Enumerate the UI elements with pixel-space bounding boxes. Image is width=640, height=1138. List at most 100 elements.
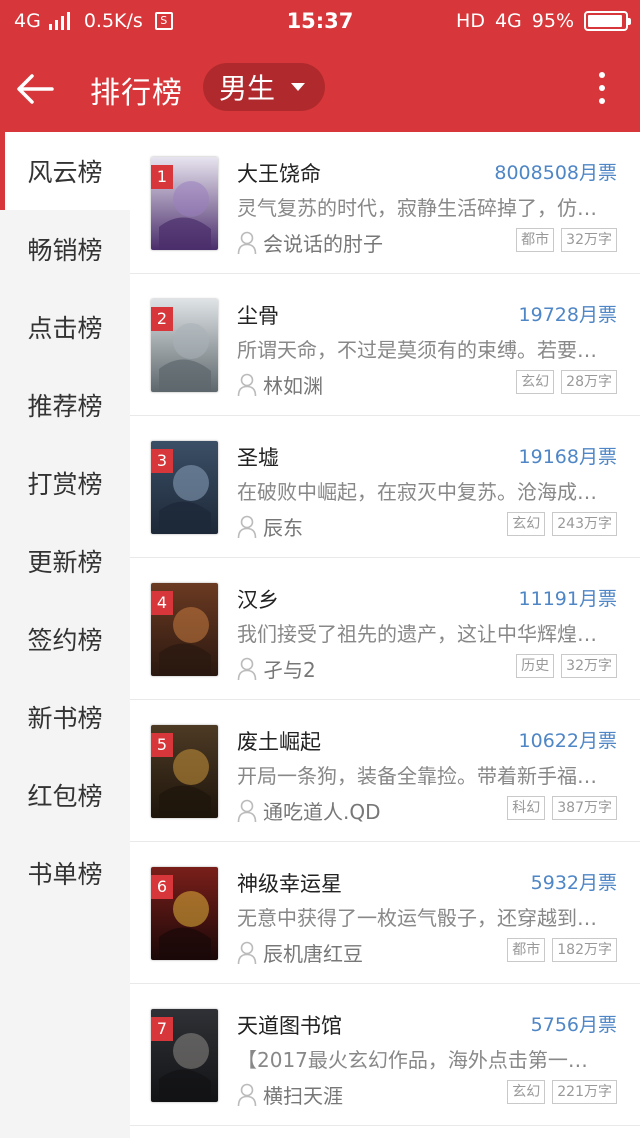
book-cover: 6 [151,867,218,960]
word-count-tag: 243万字 [552,512,617,536]
sidebar-item[interactable]: 更新榜 [0,522,130,600]
word-count-tag: 28万字 [561,370,617,394]
sidebar-item[interactable]: 新书榜 [0,678,130,756]
sidebar-item[interactable]: 点击榜 [0,288,130,366]
book-description: 灵气复苏的时代，寂静生活碎掉了，仿… [237,196,597,220]
book-description: 我们接受了祖先的遗产，这让中华辉煌… [237,622,597,646]
book-tags: 玄幻 243万字 [507,512,617,536]
arrow-left-icon[interactable] [14,68,56,110]
book-row[interactable]: 3 圣墟 19168月票 在破败中崛起，在寂灭中复苏。沧海成… 辰东 玄幻 243万字 [130,416,640,558]
author-name: 辰机唐红豆 [263,942,363,966]
book-row[interactable]: 6 神级幸运星 5932月票 无意中获得了一枚运气骰子，还穿越到… 辰机唐红豆 都市 182… [130,842,640,984]
book-title: 大王饶命 [237,162,321,186]
more-vertical-icon[interactable] [598,72,606,104]
book-title: 神级幸运星 [237,872,342,896]
monthly-tickets: 5932月票 [530,872,617,894]
author-name: 横扫天涯 [263,1084,343,1108]
author: 辰东 [237,512,303,541]
word-count-tag: 32万字 [561,654,617,678]
author-name: 孑与2 [263,658,316,682]
book-row[interactable]: 4 汉乡 11191月票我们接受了祖先的遗产，这让中华辉煌… 孑与2 历史 32万字 [130,558,640,700]
book-title: 汉乡 [237,588,279,612]
monthly-tickets: 19168月票 [518,446,617,468]
book-cover: 2 [151,299,218,392]
book-tags: 都市 32万字 [516,228,617,252]
status-right: HD 4G 95% [456,10,631,32]
book-cover: 4 [151,583,218,676]
word-count-tag: 221万字 [552,1080,617,1104]
author-name: 会说话的肘子 [263,232,383,256]
rank-badge: 6 [151,875,173,899]
author-name: 辰东 [263,516,303,540]
hd-indicator: HD [456,10,485,32]
person-icon [237,941,257,964]
author: 通吃道人.QD [237,796,381,825]
battery-icon [584,11,631,31]
sidebar-item[interactable]: 打赏榜 [0,444,130,522]
book-row[interactable]: 1 大王饶命 8008508月票灵气复苏的时代，寂静生活碎掉了，仿… 会说话的肘子 都市… [130,132,640,274]
monthly-tickets: 5756月票 [530,1014,617,1036]
book-cover: 1 [151,157,218,250]
person-icon [237,515,257,538]
genre-tag: 都市 [516,228,555,252]
book-description: 开局一条狗，装备全靠捡。带着新手福… [237,764,597,788]
word-count-tag: 32万字 [561,228,617,252]
author: 会说话的肘子 [237,228,383,257]
page-title: 排行榜 [90,76,183,111]
book-tags: 玄幻 221万字 [507,1080,617,1104]
sidebar-item[interactable]: 风云榜 [0,132,130,210]
genre-tag: 玄幻 [507,1080,546,1104]
monthly-tickets: 11191月票 [518,588,617,610]
book-tags: 玄幻 28万字 [516,370,617,394]
network-type-right: 4G [494,10,522,32]
person-icon [237,799,257,822]
sidebar-item[interactable]: 书单榜 [0,834,130,912]
book-description: 在破败中崛起，在寂灭中复苏。沧海成… [237,480,597,504]
monthly-tickets: 10622月票 [518,730,617,752]
sidebar-item[interactable]: 签约榜 [0,600,130,678]
word-count-tag: 387万字 [552,796,617,820]
sidebar-item[interactable]: 畅销榜 [0,210,130,288]
book-title: 废土崛起 [237,730,321,754]
sidebar-item[interactable]: 红包榜 [0,756,130,834]
book-description: 所谓天命，不过是莫须有的束缚。若要… [237,338,597,362]
author: 辰机唐红豆 [237,938,363,967]
book-title: 天道图书馆 [237,1014,342,1038]
rank-badge: 3 [151,449,173,473]
author: 横扫天涯 [237,1080,343,1109]
gender-dropdown-label: 男生 [219,72,276,105]
status-bar: 4G 0.5K/s S 15:37 HD 4G 95% [0,0,640,44]
rank-badge: 1 [151,165,173,189]
book-tags: 科幻 387万字 [507,796,617,820]
caret-down-icon [291,83,306,91]
person-icon [237,231,257,254]
book-tags: 都市 182万字 [507,938,617,962]
rank-badge: 5 [151,733,173,757]
sidebar-item[interactable]: 推荐榜 [0,366,130,444]
monthly-tickets: 8008508月票 [494,162,617,184]
person-icon [237,373,257,396]
person-icon [237,657,257,680]
book-cover: 5 [151,725,218,818]
word-count-tag: 182万字 [552,938,617,962]
book-tags: 历史 32万字 [516,654,617,678]
genre-tag: 科幻 [507,796,546,820]
book-row[interactable]: 7 天道图书馆 5756月票【2017最火玄幻作品，海外点击第一… 横扫天涯 玄幻 221… [130,984,640,1126]
genre-tag: 历史 [516,654,555,678]
book-list: 1 大王饶命 8008508月票 灵气复苏的时代，寂静生活碎掉了，仿… 会说话的肘子 都市… [130,132,640,1138]
author: 林如渊 [237,370,323,399]
book-row[interactable]: 5 废土崛起 10622月票开局一条狗，装备全靠捡。带着新手福… 通吃道人.QD 科幻 3… [130,700,640,842]
app-bar: 排行榜 男生 [0,44,640,132]
book-description: 【2017最火玄幻作品，海外点击第一… [237,1048,588,1072]
book-row[interactable]: 2 尘骨 19728月票 所谓天命，不过是莫须有的束缚。若要… 林如渊 玄幻 28万字 [130,274,640,416]
book-cover: 7 [151,1009,218,1102]
battery-percent: 95% [531,10,574,32]
genre-tag: 玄幻 [507,512,546,536]
book-title: 尘骨 [237,304,279,328]
rank-badge: 2 [151,307,173,331]
author-name: 林如渊 [263,374,323,398]
gender-dropdown[interactable]: 男生 [203,63,325,111]
genre-tag: 玄幻 [516,370,555,394]
ranking-sidebar: 风云榜 畅销榜 点击榜 推荐榜 打赏榜 更新榜 签约榜 新书榜 红包榜 书单榜 [0,132,130,1138]
rank-badge: 7 [151,1017,173,1041]
